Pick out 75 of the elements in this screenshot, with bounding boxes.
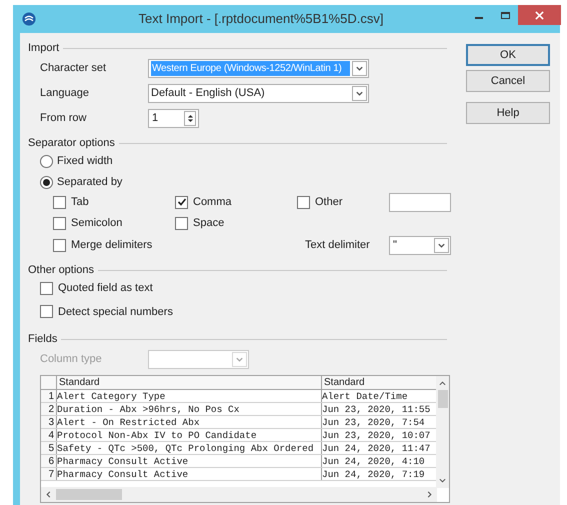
checkbox-label: Semicolon bbox=[71, 216, 122, 231]
radio-label: Separated by bbox=[57, 174, 122, 190]
scroll-right-icon[interactable] bbox=[426, 491, 433, 498]
scroll-thumb[interactable] bbox=[438, 390, 448, 408]
caret-icon[interactable] bbox=[355, 88, 364, 98]
window-title: Text Import - [.rptdocument%5B1%5D.csv] bbox=[138, 10, 384, 28]
checkbox[interactable] bbox=[53, 239, 66, 252]
section-heading: Other options bbox=[28, 262, 94, 278]
spin-field[interactable]: 1 bbox=[148, 108, 199, 128]
row-number: 4 bbox=[41, 429, 57, 441]
checkbox-label: Tab bbox=[71, 194, 89, 210]
field-label: Column type bbox=[40, 352, 103, 368]
table-cell-text: Jun 23, 2020, 10:07 bbox=[322, 429, 432, 441]
checkbox[interactable] bbox=[175, 216, 188, 230]
row-number: 3 bbox=[41, 416, 57, 428]
dialog-button[interactable]: Cancel bbox=[466, 70, 550, 92]
dropdown[interactable]: Default - English (USA) bbox=[148, 84, 369, 102]
checkbox-label: Quoted field as text bbox=[58, 281, 153, 296]
row-number: 1 bbox=[41, 390, 57, 402]
table-cell: Pharmacy Consult Active bbox=[57, 455, 322, 467]
vertical-scrollbar[interactable] bbox=[436, 376, 449, 488]
section-heading: Separator options bbox=[28, 136, 115, 151]
scroll-left-icon[interactable] bbox=[45, 491, 52, 498]
row-number: 5 bbox=[41, 442, 57, 454]
radio-button[interactable] bbox=[40, 154, 53, 168]
checkbox[interactable] bbox=[40, 305, 53, 318]
close-icon[interactable] bbox=[535, 10, 544, 20]
scroll-up-icon[interactable] bbox=[439, 380, 446, 387]
radio-button[interactable] bbox=[40, 176, 53, 188]
table-cell: Protocol Non-Abx IV to PO Candidate bbox=[57, 429, 322, 441]
column-header[interactable]: Standard bbox=[57, 376, 322, 389]
app-icon bbox=[22, 12, 36, 26]
spin-arrows-icon[interactable] bbox=[186, 112, 194, 124]
table-cell-text: Jun 23, 2020, 7:54 bbox=[322, 416, 426, 428]
radio-label: Fixed width bbox=[57, 154, 113, 169]
checkbox-label: Other bbox=[315, 194, 343, 210]
row-number: 7 bbox=[41, 468, 57, 480]
table-cell-text: Jun 24, 2020, 7:19 bbox=[322, 468, 426, 480]
column-header[interactable]: Standard bbox=[322, 376, 437, 389]
checkbox[interactable] bbox=[297, 196, 310, 208]
checkbox[interactable] bbox=[53, 216, 66, 230]
row-number: 2 bbox=[41, 403, 57, 415]
caret-icon[interactable] bbox=[437, 241, 446, 250]
table-cell: Safety - QTc >500, QTc Prolonging Abx Ordered bbox=[57, 442, 322, 454]
checkbox[interactable] bbox=[175, 196, 188, 208]
close-button[interactable] bbox=[518, 5, 561, 25]
checkbox-label: Comma bbox=[193, 194, 232, 210]
section-heading: Fields bbox=[28, 332, 58, 347]
caret-icon[interactable] bbox=[355, 64, 364, 72]
table-cell: Pharmacy Consult Active bbox=[57, 468, 322, 480]
checkbox[interactable] bbox=[40, 282, 53, 295]
checkbox-label: Detect special numbers bbox=[58, 304, 173, 320]
table-cell: Duration - Abx >96hrs, No Pos Cx bbox=[57, 403, 322, 415]
scroll-down-icon[interactable] bbox=[439, 477, 446, 484]
table-cell-text: Jun 24, 2020, 4:10 bbox=[322, 455, 426, 467]
table-cell: Alert Category Type bbox=[57, 390, 322, 402]
field-label: From row bbox=[40, 110, 88, 126]
dialog-button[interactable]: Help bbox=[466, 102, 550, 124]
field-label: Character set bbox=[40, 60, 108, 76]
table-cell-text: Jun 24, 2020, 11:47 bbox=[322, 442, 432, 454]
checkbox-label: Space bbox=[193, 216, 224, 231]
table-cell-text: Jun 23, 2020, 11:55 bbox=[322, 403, 432, 415]
dropdown[interactable]: " bbox=[389, 236, 451, 255]
checkbox-label: Merge delimiters bbox=[71, 238, 152, 254]
checkbox[interactable] bbox=[53, 196, 66, 208]
field-label: Language bbox=[40, 86, 90, 101]
row-number: 6 bbox=[41, 455, 57, 467]
dialog-button[interactable]: OK bbox=[466, 44, 550, 66]
section-heading: Import bbox=[28, 40, 60, 56]
table-cell-text: Alert Date/Time bbox=[322, 390, 409, 402]
other-field[interactable] bbox=[389, 192, 451, 212]
table-cell: Alert - On Restricted Abx bbox=[57, 416, 322, 428]
scroll-thumb[interactable] bbox=[56, 489, 122, 500]
horizontal-scrollbar[interactable] bbox=[41, 487, 437, 502]
field-label: Text delimiter bbox=[304, 238, 371, 254]
